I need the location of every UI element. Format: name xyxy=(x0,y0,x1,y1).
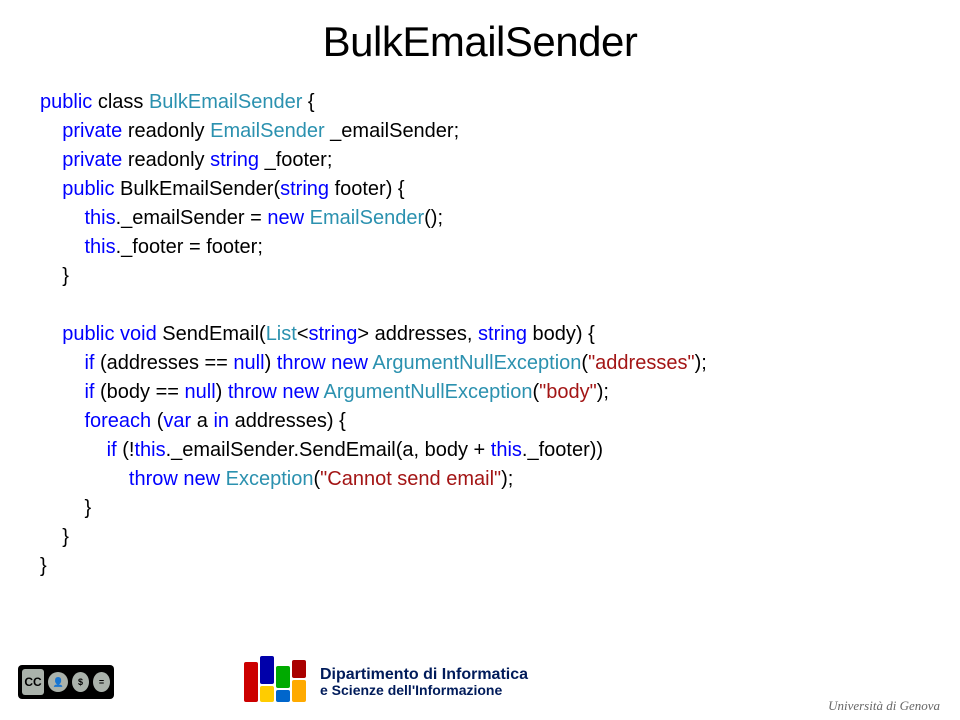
disi-line2: e Scienze dell'Informazione xyxy=(320,683,528,698)
disi-line1: Dipartimento di Informatica xyxy=(320,666,528,684)
cc-nc-icon: $ xyxy=(72,672,89,692)
disi-text: Dipartimento di Informatica e Scienze de… xyxy=(320,666,528,699)
cc-by-icon: 👤 xyxy=(48,672,68,692)
disi-logo-icon xyxy=(244,656,310,708)
university-label: Università di Genova xyxy=(828,698,940,714)
keyword: public xyxy=(40,91,92,113)
type: BulkEmailSender xyxy=(149,91,302,113)
cc-text: 👤 xyxy=(48,672,68,692)
slide-footer: CC 👤 $ = Dipartimento di Informatica e S… xyxy=(0,648,960,720)
cc-logo-icon: CC xyxy=(22,669,44,695)
slide: BulkEmailSender public class BulkEmailSe… xyxy=(0,0,960,720)
slide-title: BulkEmailSender xyxy=(40,18,920,66)
code-block: public class BulkEmailSender { private r… xyxy=(40,88,920,581)
cc-license-badge: CC 👤 $ = xyxy=(18,665,114,699)
disi-branding: Dipartimento di Informatica e Scienze de… xyxy=(244,656,528,708)
cc-nd-icon: = xyxy=(93,672,110,692)
